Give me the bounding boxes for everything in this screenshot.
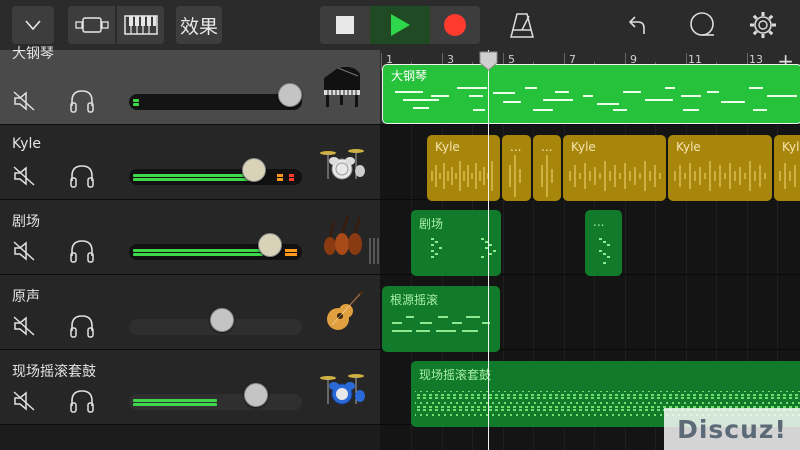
midi-notes-graphic: [392, 316, 490, 332]
metronome-button[interactable]: [503, 6, 541, 44]
mute-icon[interactable]: [12, 89, 36, 113]
stop-icon: [336, 16, 354, 34]
track-header[interactable]: 现场摇滚套鼓: [0, 350, 380, 425]
volume-knob[interactable]: [210, 308, 234, 332]
volume-slider[interactable]: [129, 94, 302, 110]
midi-notes-graphic: [599, 238, 610, 264]
record-button[interactable]: [430, 6, 480, 44]
loop-browser-button[interactable]: [683, 6, 721, 44]
playhead-handle-icon[interactable]: [479, 51, 498, 71]
track-name: Kyle: [12, 136, 41, 152]
loop-icon: [690, 12, 714, 36]
chevron-down-icon: [25, 20, 41, 31]
record-icon: [444, 14, 466, 36]
region-theater[interactable]: ...: [585, 210, 622, 276]
drum-kit-blue-icon: [320, 374, 365, 405]
midi-notes-graphic: [395, 87, 797, 111]
tracks-timeline[interactable]: 1 3 5 7 9 11 13 + 大钢琴 Kyle ... ... Kyle …: [380, 50, 800, 450]
headphones-icon[interactable]: [68, 388, 96, 414]
effects-label: 效果: [179, 15, 218, 38]
track-name: 原声: [12, 289, 40, 305]
track-name: 大钢琴: [12, 46, 54, 62]
effects-button[interactable]: 效果: [176, 6, 222, 44]
garageband-tracks-view: 效果 大钢琴 Kyle 剧场 原声 现场摇滚套鼓 1 3 5 7 9 11 13…: [0, 0, 800, 450]
volume-knob[interactable]: [242, 158, 266, 182]
headphones-icon[interactable]: [68, 88, 96, 114]
headphones-icon[interactable]: [68, 313, 96, 339]
play-button[interactable]: [370, 6, 430, 44]
drum-kit-icon: [320, 149, 365, 180]
undo-button[interactable]: [618, 6, 656, 44]
mute-icon[interactable]: [12, 164, 36, 188]
track-name: 现场摇滚套鼓: [12, 364, 96, 380]
region-acoustic[interactable]: 根源摇滚: [382, 286, 500, 352]
track-header[interactable]: 剧场: [0, 200, 380, 275]
mute-icon[interactable]: [12, 314, 36, 338]
tracks-view-icon: [74, 17, 109, 33]
gear-icon: [750, 12, 776, 38]
region-piano[interactable]: 大钢琴: [382, 64, 800, 124]
headphones-icon[interactable]: [68, 238, 96, 264]
play-icon: [391, 14, 410, 36]
watermark: Discuz!: [664, 408, 800, 450]
volume-slider[interactable]: [129, 169, 302, 185]
undo-icon: [628, 16, 645, 34]
control-bar: 效果: [0, 0, 800, 50]
strings-icon: [324, 215, 362, 255]
volume-knob[interactable]: [244, 383, 268, 407]
track-header-list: 大钢琴 Kyle 剧场 原声 现场摇滚套鼓: [0, 46, 389, 450]
waveform-graphic: [431, 155, 796, 197]
settings-button[interactable]: [744, 6, 782, 44]
view-toggle-group: [68, 6, 166, 44]
tracks-view-button[interactable]: [68, 6, 115, 44]
transport-controls: [320, 6, 480, 44]
my-songs-menu-button[interactable]: [12, 6, 54, 44]
track-header[interactable]: 大钢琴: [0, 46, 389, 125]
metronome-icon: [510, 13, 534, 38]
grand-piano-icon: [324, 66, 360, 107]
volume-knob[interactable]: [258, 233, 282, 257]
volume-knob[interactable]: [278, 83, 302, 107]
instrument-view-button[interactable]: [117, 6, 164, 44]
playhead[interactable]: [488, 50, 489, 450]
keyboard-icon: [123, 15, 158, 35]
track-name: 剧场: [12, 214, 40, 230]
mute-icon[interactable]: [12, 239, 36, 263]
mute-icon[interactable]: [12, 389, 36, 413]
stop-button[interactable]: [320, 6, 370, 44]
resize-grip-icon[interactable]: [368, 236, 380, 266]
acoustic-guitar-icon: [327, 290, 364, 330]
headphones-icon[interactable]: [68, 163, 96, 189]
track-header[interactable]: Kyle: [0, 125, 380, 200]
track-header[interactable]: 原声: [0, 275, 380, 350]
volume-slider[interactable]: [129, 394, 302, 410]
